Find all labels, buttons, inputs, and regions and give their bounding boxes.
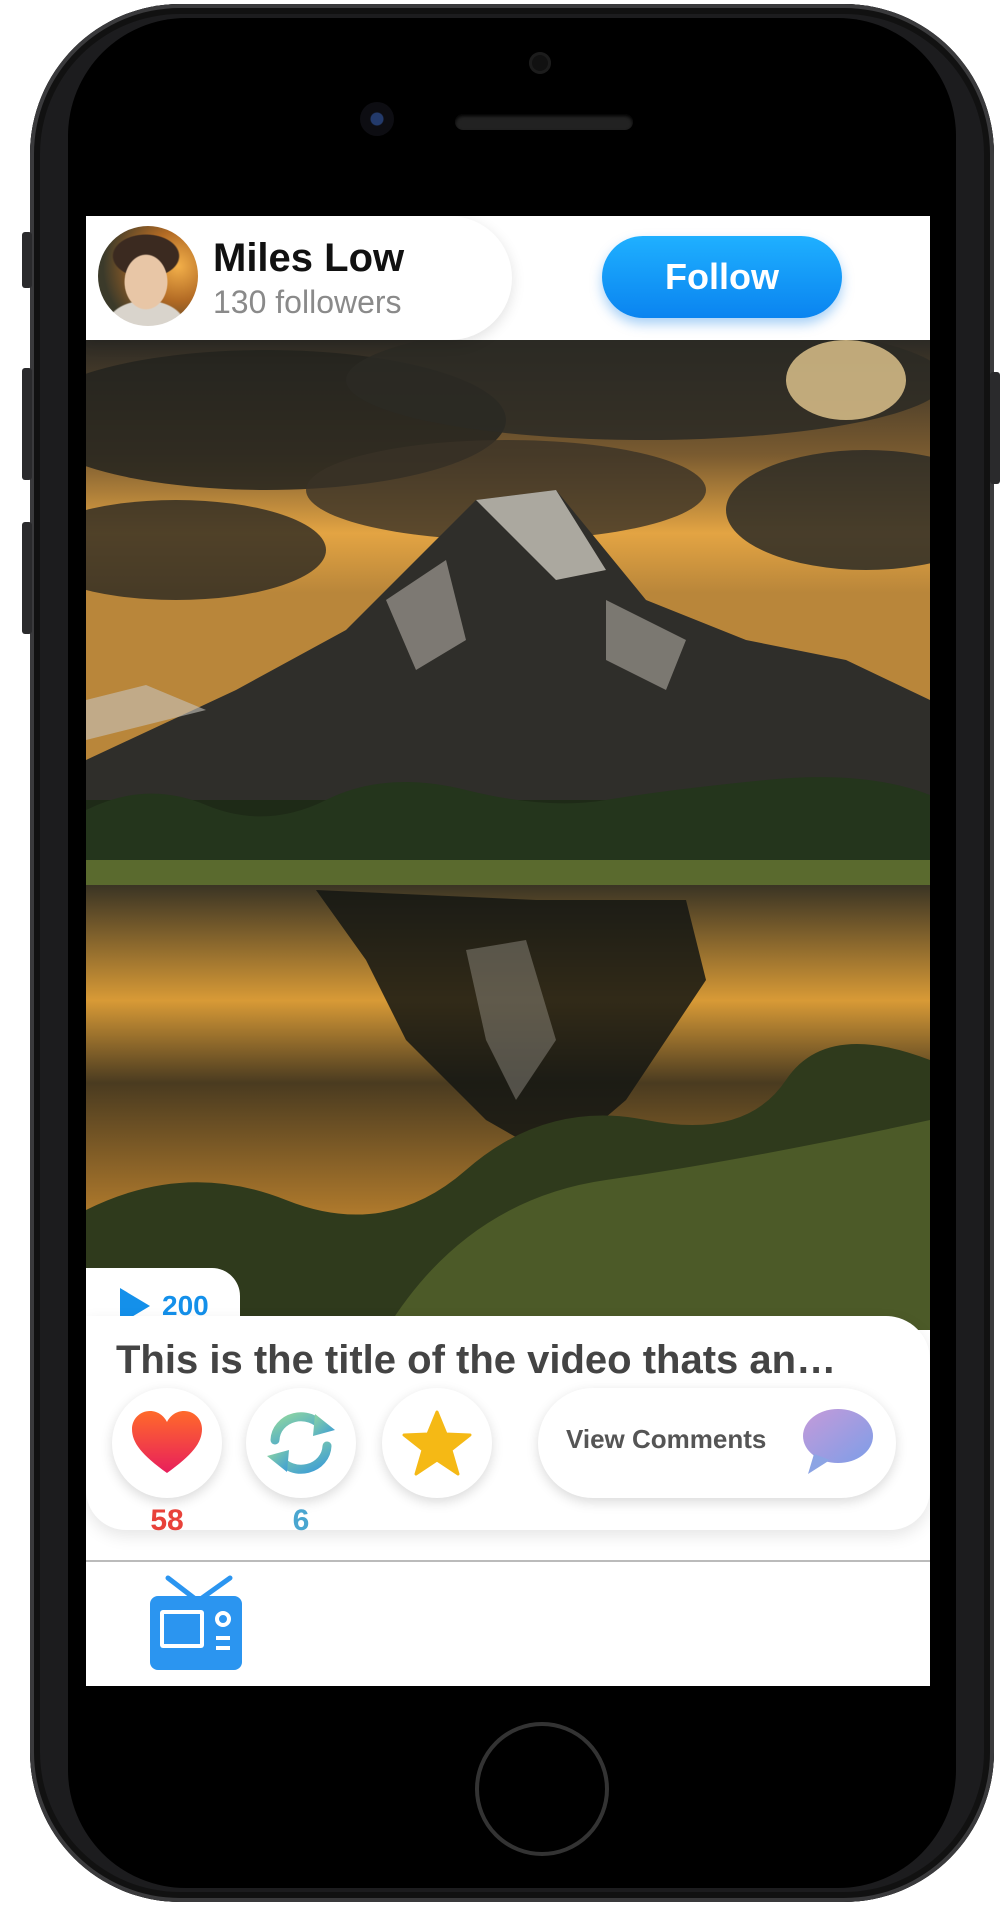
landscape-photo	[86, 340, 930, 1330]
mute-switch	[22, 232, 32, 288]
repost-button[interactable]	[246, 1388, 356, 1498]
speech-bubble-icon	[803, 1409, 873, 1474]
video-info-card: This is the title of the video thats an……	[86, 1316, 930, 1537]
star-icon	[402, 1410, 472, 1476]
profile-header: Miles Low 130 followers	[86, 216, 512, 340]
like-button[interactable]	[112, 1388, 222, 1498]
avatar[interactable]	[98, 226, 198, 326]
earpiece-speaker	[455, 114, 633, 130]
user-name[interactable]: Miles Low	[213, 236, 404, 281]
bottom-tab-bar	[86, 1560, 930, 1686]
like-count: 58	[150, 1504, 184, 1537]
favorite-button[interactable]	[382, 1388, 492, 1498]
front-camera	[360, 102, 394, 136]
repost-icon	[267, 1412, 335, 1474]
follower-count: 130 followers	[213, 284, 402, 320]
power-button	[990, 372, 1000, 484]
repost-count: 6	[292, 1504, 310, 1537]
view-comments-button[interactable]: View Comments	[538, 1388, 896, 1498]
follow-button[interactable]: Follow	[602, 236, 842, 318]
volume-up-button	[22, 368, 32, 480]
proximity-sensor	[529, 52, 551, 74]
home-button[interactable]	[475, 1722, 609, 1856]
video-title[interactable]: This is the title of the video thats an…	[116, 1338, 836, 1383]
volume-down-button	[22, 522, 32, 634]
video-thumbnail[interactable]	[86, 340, 930, 1330]
view-comments-label: View Comments	[566, 1424, 767, 1454]
app-screen: Miles Low 130 followers Follow 200 This …	[86, 216, 930, 1686]
tv-icon[interactable]	[146, 1574, 246, 1674]
heart-icon	[132, 1411, 202, 1473]
